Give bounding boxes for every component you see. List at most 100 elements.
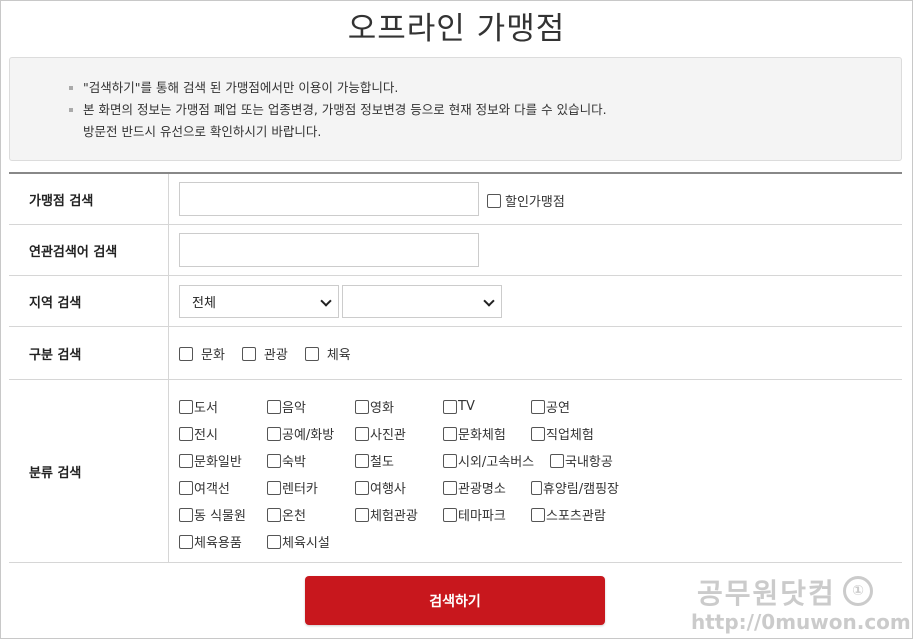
category-checkbox[interactable]: 체험관광 [355, 505, 443, 524]
checkbox[interactable] [179, 480, 193, 495]
category-label: 문화체험 [458, 428, 506, 443]
checkbox[interactable] [443, 399, 457, 414]
checkbox[interactable] [179, 399, 193, 414]
store-search-input[interactable] [179, 182, 479, 216]
category-label: 체육용품 [194, 536, 242, 551]
category-checkbox[interactable]: 문화체험 [443, 424, 531, 443]
category-checkbox[interactable]: 전시 [179, 424, 267, 443]
category-checkbox[interactable]: 공예/화방 [267, 424, 355, 443]
checkbox[interactable] [241, 346, 256, 361]
category-label: 영화 [370, 401, 394, 416]
category-label: 국내항공 [565, 455, 613, 470]
region-primary-select[interactable]: 전체 [179, 285, 339, 318]
category-checkbox[interactable]: 체육시설 [267, 532, 355, 551]
category-label: 숙박 [282, 455, 306, 470]
category-checkbox[interactable]: 사진관 [355, 424, 443, 443]
category-checkbox[interactable]: 테마파크 [443, 505, 531, 524]
checkbox[interactable] [487, 193, 501, 208]
category-label: 여객선 [194, 482, 230, 497]
category-checkbox[interactable]: 여객선 [179, 478, 267, 497]
checkbox[interactable] [355, 426, 369, 441]
checkbox[interactable] [531, 399, 545, 414]
category-checkbox[interactable]: 온천 [267, 505, 355, 524]
category-checkbox[interactable]: 음악 [267, 397, 355, 416]
checkbox[interactable] [355, 480, 369, 495]
checkbox[interactable] [355, 453, 369, 468]
category-checkbox[interactable]: 스포츠관람 [531, 505, 619, 524]
watermark-title: 공무원닷컴 [697, 577, 836, 610]
checkbox[interactable] [443, 426, 457, 441]
checkbox[interactable] [267, 426, 281, 441]
checkbox[interactable] [550, 453, 564, 468]
category-grid: 도서 음악 영화 TV 공연전시 공예/화방 사진관 문화체험 직업체험문화일반 숙박 철도 시외/고… [179, 393, 638, 555]
category-label: TV [458, 399, 475, 414]
category-label: 시외/고속버스 [458, 455, 535, 470]
category-label: 여행사 [370, 482, 406, 497]
category-label: 휴양림/캠핑장 [542, 482, 619, 497]
category-checkbox[interactable]: 렌터카 [267, 478, 355, 497]
notice-line: 본 화면의 정보는 가맹점 폐업 또는 업종변경, 가맹점 정보변경 등으로 현… [69, 99, 901, 121]
category-label: 공연 [546, 401, 570, 416]
category-row: 문화일반 숙박 철도 시외/고속버스 국내항공 [179, 447, 638, 474]
category-label: 직업체험 [546, 428, 594, 443]
category-checkbox[interactable]: 관광명소 [443, 478, 531, 497]
category-checkbox[interactable]: 국내항공 [550, 451, 638, 470]
checkbox[interactable] [355, 399, 369, 414]
checkbox[interactable] [179, 507, 193, 522]
category-search-label: 분류 검색 [9, 380, 169, 562]
category-row: 여객선 렌터카 여행사 관광명소 휴양림/캠핑장 [179, 474, 638, 501]
type-option-tourism[interactable]: 관광 [241, 344, 288, 363]
type-option-sports[interactable]: 체육 [304, 344, 351, 363]
category-checkbox[interactable]: 동 식물원 [179, 505, 267, 524]
checkbox[interactable] [443, 507, 457, 522]
keyword-search-row: 연관검색어 검색 [9, 225, 902, 276]
checkbox[interactable] [267, 480, 281, 495]
checkbox[interactable] [531, 480, 542, 495]
category-row: 도서 음악 영화 TV 공연 [179, 393, 638, 420]
checkbox[interactable] [179, 426, 193, 441]
search-button[interactable]: 검색하기 [305, 576, 605, 625]
chevron-down-icon [483, 295, 495, 307]
checkbox[interactable] [267, 534, 281, 549]
checkbox[interactable] [179, 346, 193, 361]
type-option-culture[interactable]: 문화 [179, 344, 225, 363]
category-label: 테마파크 [458, 509, 506, 524]
discount-store-checkbox[interactable]: 할인가맹점 [487, 191, 565, 210]
category-checkbox[interactable]: 숙박 [267, 451, 355, 470]
discount-store-label: 할인가맹점 [505, 195, 565, 210]
checkbox[interactable] [267, 507, 281, 522]
category-label: 도서 [194, 401, 218, 416]
category-checkbox[interactable]: TV [443, 399, 531, 414]
category-checkbox[interactable]: 철도 [355, 451, 443, 470]
category-checkbox[interactable]: 시외/고속버스 [443, 451, 550, 470]
checkbox[interactable] [531, 426, 545, 441]
category-checkbox[interactable]: 문화일반 [179, 451, 267, 470]
region-search-label: 지역 검색 [9, 276, 169, 326]
checkbox[interactable] [179, 534, 193, 549]
category-checkbox[interactable]: 여행사 [355, 478, 443, 497]
region-secondary-select[interactable] [342, 285, 502, 318]
category-checkbox[interactable]: 체육용품 [179, 532, 267, 551]
checkbox[interactable] [443, 480, 457, 495]
category-checkbox[interactable]: 직업체험 [531, 424, 619, 443]
category-checkbox[interactable]: 공연 [531, 397, 619, 416]
category-label: 체험관광 [370, 509, 418, 524]
keyword-search-input[interactable] [179, 233, 479, 267]
checkbox[interactable] [267, 453, 281, 468]
category-checkbox[interactable]: 휴양림/캠핑장 [531, 478, 619, 497]
checkbox[interactable] [355, 507, 369, 522]
watermark-badge-icon: ① [843, 576, 873, 606]
category-label: 사진관 [370, 428, 406, 443]
checkbox[interactable] [304, 346, 319, 361]
category-checkbox[interactable]: 영화 [355, 397, 443, 416]
checkbox[interactable] [443, 453, 457, 468]
category-checkbox[interactable]: 도서 [179, 397, 267, 416]
category-label: 음악 [282, 401, 306, 416]
checkbox[interactable] [531, 507, 545, 522]
category-row: 동 식물원 온천 체험관광 테마파크 스포츠관람 [179, 501, 638, 528]
checkbox[interactable] [179, 453, 193, 468]
checkbox[interactable] [267, 399, 281, 414]
category-label: 동 식물원 [194, 509, 246, 524]
category-label: 스포츠관람 [546, 509, 606, 524]
page-title: 오프라인 가맹점 [347, 11, 566, 47]
